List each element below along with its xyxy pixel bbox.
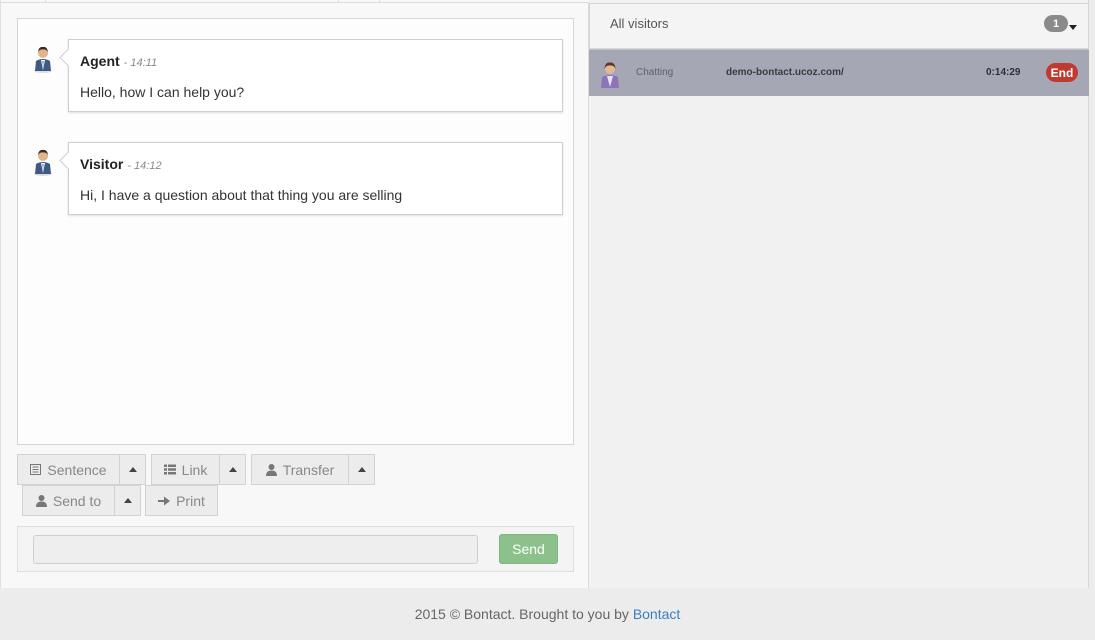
visitor-avatar-icon [601,62,619,88]
visitor-row[interactable]: Chatting demo-bontact.ucoz.com/ 0:14:29 … [589,49,1089,96]
footer-text: 2015 © Bontact. Brought to you by [414,606,629,622]
link-label: Link [181,461,208,478]
chevron-down-icon[interactable] [1069,25,1077,30]
send-to-button[interactable]: Send to [22,485,115,516]
message-bubble: Agent - 14:11 Hello, how I can help you? [68,39,563,112]
send-to-menu-toggle[interactable] [115,485,141,516]
message-bubble: Visitor - 14:12 Hi, I have a question abo… [68,142,563,215]
user-icon [265,463,277,476]
link-button[interactable]: Link [151,454,220,485]
sentence-label: Sentence [47,461,107,478]
top-tab-strip [1,0,589,3]
chat-panel: Agent - 14:11 Hello, how I can help you? … [0,0,589,588]
chat-transcript[interactable]: Agent - 14:11 Hello, how I can help you? … [17,18,574,445]
visitor-count-badge[interactable]: 1 [1044,15,1068,32]
message-text: Hello, how I can help you? [80,84,245,100]
caret-up-icon [357,467,366,472]
arrow-right-icon [158,496,171,506]
send-to-label: Send to [52,492,102,509]
visitors-header: All visitors 1 [589,3,1089,49]
footer-link[interactable]: Bontact [633,606,680,622]
transfer-menu-toggle[interactable] [349,454,375,485]
sentence-button-group: Sentence [17,454,146,485]
visitor-url: demo-bontact.ucoz.com/ [726,67,844,78]
message-time: - 14:12 [127,160,162,172]
end-chat-button[interactable]: End [1046,63,1078,82]
transfer-button[interactable]: Transfer [251,454,349,485]
message-input[interactable] [33,535,478,564]
message-sender: Visitor [80,156,124,172]
transfer-button-group: Transfer [251,454,375,485]
link-button-group: Link [151,454,246,485]
transfer-label: Transfer [282,461,335,478]
sentence-menu-toggle[interactable] [120,454,146,485]
send-button[interactable]: Send [499,534,558,564]
visitor-status: Chatting [636,67,674,78]
visitor-duration: 0:14:29 [986,67,1021,78]
list-doc-icon [30,464,42,475]
visitors-title: All visitors [610,16,669,31]
print-label: Print [176,492,205,509]
print-button-group: Print [145,485,218,516]
visitors-panel: All visitors 1 Chatting demo-bontact.uco… [589,0,1089,588]
message-sender: Agent [80,53,120,69]
link-menu-toggle[interactable] [220,454,246,485]
message-text: Hi, I have a question about that thing y… [80,187,403,203]
sentence-button[interactable]: Sentence [17,454,120,485]
send-to-button-group: Send to [22,485,141,516]
visitor-avatar-icon [34,149,52,176]
caret-up-icon [128,467,137,472]
user-icon [35,494,47,507]
list-icon [163,464,176,475]
agent-avatar-icon [34,46,52,73]
message-time: - 14:11 [123,57,158,69]
footer: 2015 © Bontact. Brought to you by Bontac… [0,588,1095,636]
composer-bar: Send [17,526,574,572]
caret-up-icon [123,498,132,503]
caret-up-icon [228,467,237,472]
print-button[interactable]: Print [145,485,218,516]
